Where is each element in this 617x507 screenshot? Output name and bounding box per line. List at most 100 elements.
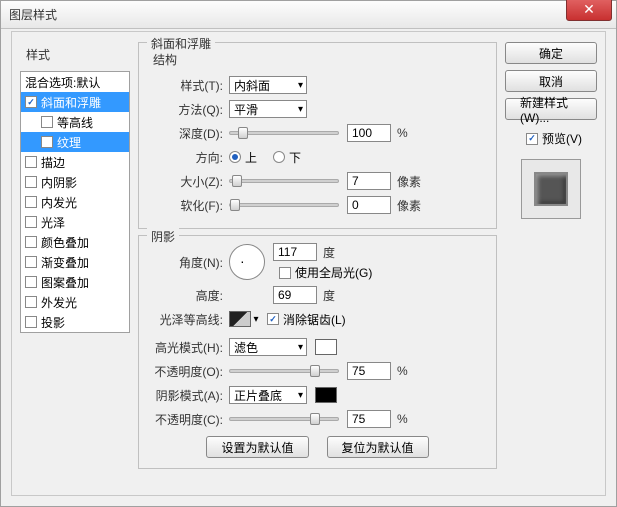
highlight-mode-combo[interactable]: 滤色 [229,338,307,356]
style-item-label: 斜面和浮雕 [41,94,101,111]
make-default-button[interactable]: 设置为默认值 [206,436,308,458]
style-item[interactable]: 颜色叠加 [21,232,129,252]
highlight-mode-label: 高光模式(H): [149,339,229,356]
window-title: 图层样式 [9,6,57,23]
angle-label: 角度(N): [149,254,229,271]
direction-down-radio[interactable] [273,151,285,163]
style-checkbox[interactable] [25,196,37,208]
titlebar[interactable]: 图层样式 ✕ [1,1,616,29]
layer-style-dialog: 图层样式 ✕ 样式 混合选项:默认斜面和浮雕等高线纹理描边内阴影内发光光泽颜色叠… [0,0,617,507]
direction-label: 方向: [149,149,229,166]
antialias-checkbox[interactable] [267,313,279,325]
style-checkbox[interactable] [25,236,37,248]
style-item-label: 投影 [41,314,65,331]
preview-box [521,159,581,219]
shadow-opacity-input[interactable]: 75 [347,410,391,428]
soften-slider[interactable] [229,203,339,207]
style-item-label: 混合选项:默认 [25,74,100,91]
bevel-fieldset: 斜面和浮雕 结构 样式(T): 内斜面 方法(Q): 平滑 深度(D): 100… [138,42,497,229]
settings-column: 斜面和浮雕 结构 样式(T): 内斜面 方法(Q): 平滑 深度(D): 100… [138,42,497,485]
style-checkbox[interactable] [25,316,37,328]
style-checkbox[interactable] [25,176,37,188]
size-unit: 像素 [397,173,421,190]
reset-default-button[interactable]: 复位为默认值 [327,436,429,458]
style-item[interactable]: 内发光 [21,192,129,212]
style-checkbox[interactable] [41,136,53,148]
depth-unit: % [397,126,408,140]
style-item[interactable]: 纹理 [21,132,129,152]
angle-dial[interactable] [229,244,265,280]
style-item[interactable]: 图案叠加 [21,272,129,292]
soften-unit: 像素 [397,197,421,214]
direction-up-radio[interactable] [229,151,241,163]
chevron-down-icon[interactable]: ▾ [251,314,261,325]
style-item[interactable]: 投影 [21,312,129,332]
style-item-label: 外发光 [41,294,77,311]
shadow-opacity-slider[interactable] [229,417,339,421]
preview-checkbox[interactable] [526,133,538,145]
structure-title: 结构 [153,51,486,68]
technique-combo[interactable]: 平滑 [229,100,307,118]
shadow-mode-combo[interactable]: 正片叠底 [229,386,307,404]
style-item-label: 纹理 [57,134,81,151]
size-input[interactable]: 7 [347,172,391,190]
ok-button[interactable]: 确定 [505,42,597,64]
action-column: 确定 取消 新建样式(W)... 预览(V) [505,42,597,485]
cancel-button[interactable]: 取消 [505,70,597,92]
altitude-unit: 度 [323,287,335,304]
depth-input[interactable]: 100 [347,124,391,142]
style-checkbox[interactable] [25,156,37,168]
shading-fieldset: 阴影 角度(N): 117 度 使用全局光(G) [138,235,497,469]
styles-column: 样式 混合选项:默认斜面和浮雕等高线纹理描边内阴影内发光光泽颜色叠加渐变叠加图案… [20,42,130,485]
antialias-label: 消除锯齿(L) [283,311,346,328]
preview-swatch [534,172,568,206]
size-slider[interactable] [229,179,339,183]
depth-slider[interactable] [229,131,339,135]
style-checkbox[interactable] [25,216,37,228]
soften-label: 软化(F): [149,197,229,214]
style-item[interactable]: 斜面和浮雕 [21,92,129,112]
depth-label: 深度(D): [149,125,229,142]
styles-list: 混合选项:默认斜面和浮雕等高线纹理描边内阴影内发光光泽颜色叠加渐变叠加图案叠加外… [20,71,130,333]
altitude-input[interactable]: 69 [273,286,317,304]
gloss-label: 光泽等高线: [149,311,229,328]
global-light-label: 使用全局光(G) [295,264,372,281]
size-label: 大小(Z): [149,173,229,190]
close-button[interactable]: ✕ [566,0,612,21]
style-checkbox[interactable] [41,116,53,128]
highlight-color-swatch[interactable] [315,339,337,355]
style-item[interactable]: 描边 [21,152,129,172]
dialog-body: 样式 混合选项:默认斜面和浮雕等高线纹理描边内阴影内发光光泽颜色叠加渐变叠加图案… [11,31,606,496]
angle-unit: 度 [323,244,335,261]
highlight-opacity-input[interactable]: 75 [347,362,391,380]
style-checkbox[interactable] [25,96,37,108]
shadow-opacity-label: 不透明度(C): [149,411,229,428]
highlight-opacity-label: 不透明度(O): [149,363,229,380]
shadow-color-swatch[interactable] [315,387,337,403]
style-item[interactable]: 混合选项:默认 [21,72,129,92]
style-item[interactable]: 内阴影 [21,172,129,192]
style-item-label: 内发光 [41,194,77,211]
style-item-label: 描边 [41,154,65,171]
preview-label: 预览(V) [542,130,582,147]
style-item-label: 等高线 [57,114,93,131]
shadow-mode-label: 阴影模式(A): [149,387,229,404]
style-item-label: 内阴影 [41,174,77,191]
style-item[interactable]: 外发光 [21,292,129,312]
style-item[interactable]: 光泽 [21,212,129,232]
style-checkbox[interactable] [25,296,37,308]
style-checkbox[interactable] [25,276,37,288]
style-combo[interactable]: 内斜面 [229,76,307,94]
soften-input[interactable]: 0 [347,196,391,214]
bevel-title: 斜面和浮雕 [147,35,215,52]
global-light-checkbox[interactable] [279,267,291,279]
new-style-button[interactable]: 新建样式(W)... [505,98,597,120]
highlight-opacity-slider[interactable] [229,369,339,373]
style-item[interactable]: 等高线 [21,112,129,132]
style-checkbox[interactable] [25,256,37,268]
style-item[interactable]: 渐变叠加 [21,252,129,272]
angle-input[interactable]: 117 [273,243,317,261]
gloss-contour-picker[interactable] [229,311,251,327]
style-item-label: 渐变叠加 [41,254,89,271]
style-label: 样式(T): [149,77,229,94]
